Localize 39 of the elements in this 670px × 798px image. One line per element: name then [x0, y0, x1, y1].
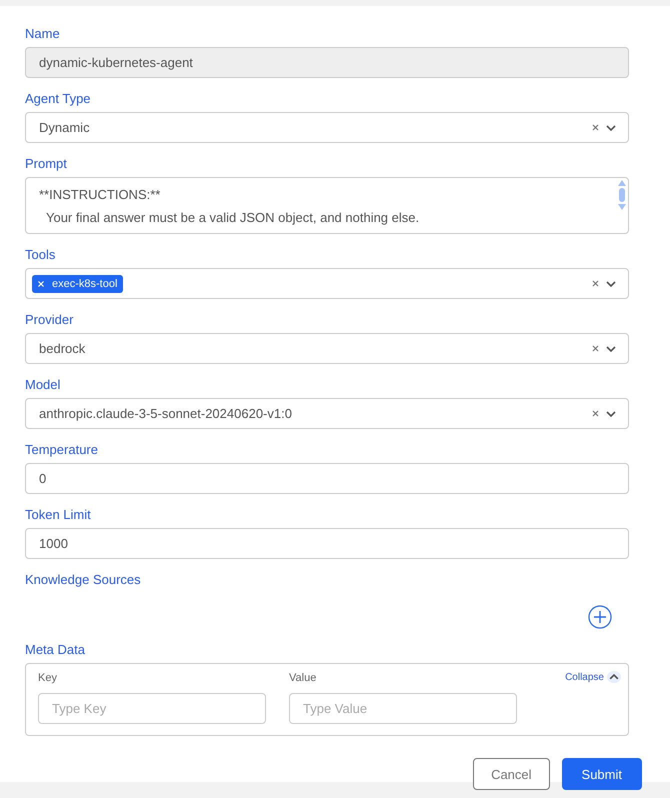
- remove-icon[interactable]: [38, 280, 44, 286]
- field-label: Name: [25, 26, 61, 41]
- prompt-line: **INSTRUCTIONS:**: [39, 186, 162, 203]
- cancel-button[interactable]: Cancel: [473, 758, 550, 790]
- clear-icon[interactable]: [592, 410, 599, 417]
- chevron-down-icon: [606, 124, 616, 130]
- field-label: Prompt: [25, 156, 68, 171]
- select-field[interactable]: bedrock: [25, 333, 629, 364]
- chevron-down-icon: [606, 410, 616, 416]
- field-label: Agent Type: [25, 91, 92, 106]
- field-label: Temperature: [25, 442, 99, 457]
- text-field[interactable]: 1000: [25, 528, 629, 559]
- field-label: Token Limit: [25, 507, 92, 522]
- field-label: Tools: [25, 247, 56, 262]
- prompt-textarea[interactable]: **INSTRUCTIONS:** Your final answer must be a valid JSON object, and nothing else.: [25, 177, 629, 234]
- field-label: Meta Data: [25, 642, 86, 657]
- value-label: Value: [289, 672, 318, 684]
- select-field[interactable]: Dynamic: [25, 112, 629, 143]
- clear-icon[interactable]: [592, 280, 599, 287]
- submit-button[interactable]: Submit: [562, 758, 642, 790]
- field-label: Model: [25, 377, 62, 392]
- multi-select-field[interactable]: exec-k8s-tool: [25, 268, 629, 299]
- collapse-link[interactable]: Collapse: [565, 671, 621, 683]
- value-field[interactable]: Type Value: [289, 693, 517, 724]
- chevron-down-icon: [606, 280, 616, 286]
- scrollbar-thumb[interactable]: [619, 188, 625, 202]
- tag-chip[interactable]: exec-k8s-tool: [32, 274, 124, 292]
- clear-icon[interactable]: [592, 345, 599, 352]
- clear-icon[interactable]: [592, 124, 599, 131]
- field-label: Provider: [25, 312, 74, 327]
- chevron-up-icon: [607, 671, 621, 683]
- prompt-line: Your final answer must be a valid JSON object, and nothing else.: [44, 209, 420, 226]
- select-field[interactable]: anthropic.claude-3-5-sonnet-20240620-v1:0: [25, 398, 629, 429]
- add-icon[interactable]: [588, 605, 612, 629]
- chevron-down-icon: [606, 346, 616, 352]
- key-field[interactable]: Type Key: [38, 693, 266, 724]
- text-field[interactable]: 0: [25, 463, 629, 494]
- field-label: Knowledge Sources: [25, 572, 142, 587]
- key-label: Key: [38, 672, 58, 684]
